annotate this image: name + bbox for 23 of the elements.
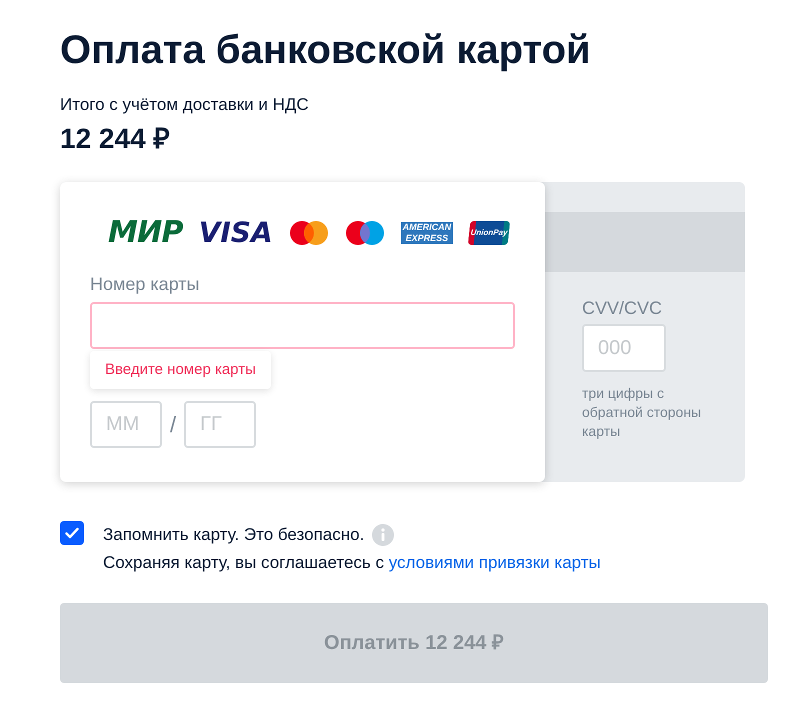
mir-logo: МИР [108,218,183,248]
info-icon[interactable] [372,524,394,546]
date-separator: / [170,411,176,439]
remember-checkbox[interactable] [60,521,84,545]
terms-link[interactable]: условиями привязки карты [388,553,601,572]
visa-logo: VISA [198,219,273,247]
cvv-hint: три цифры с обратной стороны карты [582,384,702,441]
cvv-field[interactable]: 000 [582,324,666,372]
year-field[interactable]: ГГ [184,401,256,448]
month-field[interactable]: ММ [90,401,162,448]
cvv-label: CVV/CVC [582,297,662,320]
page-title: Оплата банковской картой [60,27,592,74]
consent-note: Сохраняя карту, вы соглашаетесь с условиями привязки карты [103,552,601,574]
error-tooltip: Введите номер карты [90,351,271,389]
mastercard-logo [288,220,329,246]
remember-label: Запомнить карту. Это безопасно. [103,524,364,546]
check-icon [65,527,79,539]
card-number-label: Номер карты [90,273,200,296]
maestro-logo [344,220,385,246]
total-label: Итого с учётом доставки и НДС [60,94,310,116]
card-number-field[interactable] [90,302,515,349]
amex-logo: AMERICAN EXPRESS [400,222,454,244]
total-amount: 12 244 ₽ [60,122,170,156]
